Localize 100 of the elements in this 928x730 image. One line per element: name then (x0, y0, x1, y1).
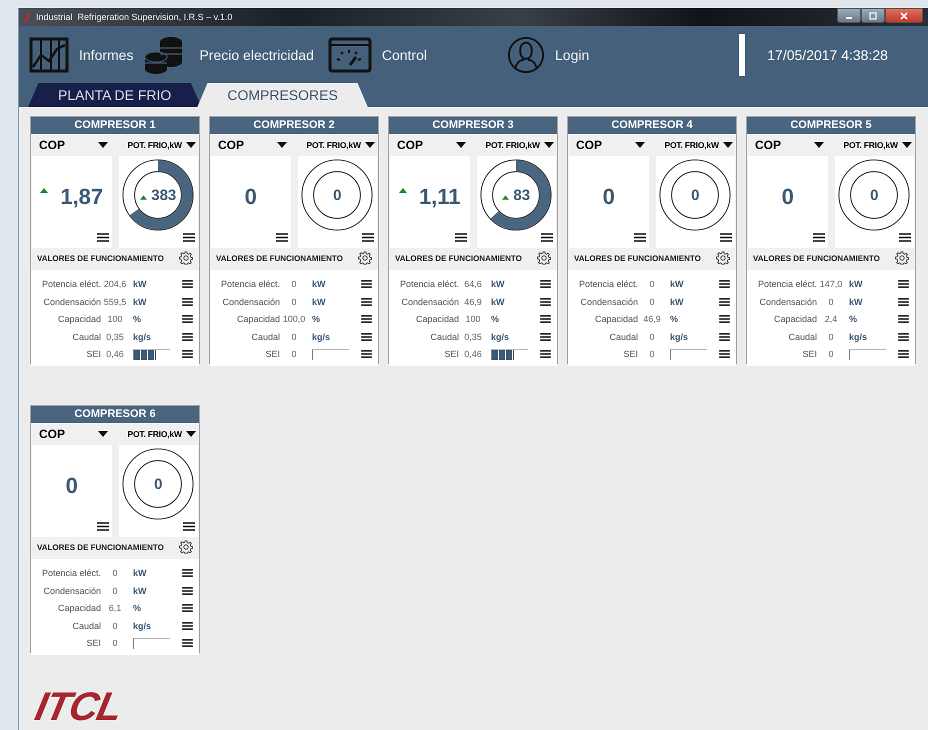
row-value: 0 (827, 332, 834, 342)
row-value: 0 (648, 279, 656, 289)
row-label: Potencia eléct. (578, 279, 638, 289)
menu-icon[interactable] (540, 350, 551, 358)
cop-value: 0 (66, 473, 78, 499)
menu-icon[interactable] (540, 332, 551, 340)
settings-icon[interactable] (716, 251, 730, 265)
menu-icon[interactable] (719, 298, 730, 306)
row-unit: % (132, 603, 142, 613)
menu-icon[interactable] (898, 280, 909, 288)
menu-icon[interactable] (361, 315, 372, 323)
tab[interactable]: COMPRESORES (197, 83, 368, 107)
menu-icon[interactable] (719, 315, 730, 323)
row-unit: kW (311, 296, 326, 306)
menu-icon[interactable] (540, 298, 551, 306)
login-link[interactable]: Login (555, 46, 590, 62)
menu-icon[interactable] (719, 350, 730, 358)
power-value: 0 (333, 186, 342, 204)
minimize-button[interactable] (837, 8, 861, 23)
settings-icon[interactable] (179, 251, 193, 265)
menu-icon[interactable] (276, 233, 288, 242)
menu-icon[interactable] (182, 569, 193, 577)
row-value: 0 (648, 296, 656, 306)
tab[interactable]: PLANTA DE FRIO (28, 83, 202, 107)
chart-icon[interactable] (29, 36, 69, 72)
menu-icon[interactable] (719, 332, 730, 340)
toolbar-label[interactable]: Control (382, 46, 427, 62)
close-button[interactable] (885, 8, 923, 23)
settings-icon[interactable] (358, 251, 372, 265)
menu-icon[interactable] (719, 280, 730, 288)
menu-icon[interactable] (899, 233, 911, 242)
settings-icon[interactable] (179, 540, 193, 554)
settings-icon[interactable] (895, 251, 909, 265)
menu-icon[interactable] (182, 315, 193, 323)
menu-icon[interactable] (182, 298, 193, 306)
menu-icon[interactable] (361, 280, 372, 288)
menu-icon[interactable] (182, 332, 193, 340)
row-unit: kg/s (848, 332, 868, 342)
menu-icon[interactable] (183, 522, 195, 531)
menu-icon[interactable] (898, 332, 909, 340)
menu-icon[interactable] (96, 233, 108, 242)
menu-icon[interactable] (898, 298, 909, 306)
caret-icon (456, 142, 466, 148)
row-label: Potencia eléct. (40, 568, 101, 578)
cop-value: 1,87 (60, 184, 104, 210)
menu-icon[interactable] (720, 233, 732, 242)
menu-icon[interactable] (541, 233, 553, 242)
menu-icon[interactable] (182, 350, 193, 358)
settings-icon[interactable] (537, 251, 551, 265)
menu-icon[interactable] (183, 233, 195, 242)
row-unit: kW (848, 279, 864, 289)
cop-value: 0 (782, 184, 794, 210)
menu-icon[interactable] (362, 233, 374, 242)
section-title: VALORES DE FUNCIONAMIENTO (37, 542, 164, 552)
menu-icon[interactable] (898, 350, 909, 358)
row-value: 0,46 (463, 349, 483, 359)
row-value: 0 (111, 568, 118, 578)
row-label: SEI (443, 349, 459, 359)
menu-icon[interactable] (812, 233, 824, 242)
user-icon[interactable] (507, 36, 545, 74)
maximize-button[interactable] (861, 8, 885, 23)
sei-bar (849, 348, 886, 360)
power-value: 0 (154, 476, 162, 492)
row-value: 46,9 (463, 296, 483, 306)
row-unit: kg/s (311, 332, 332, 342)
row-unit: kW (132, 586, 148, 596)
row-label: Capacidad (56, 314, 101, 324)
menu-icon[interactable] (182, 586, 193, 594)
menu-icon[interactable] (361, 350, 372, 358)
row-label: Caudal (787, 332, 817, 342)
menu-icon[interactable] (361, 298, 372, 306)
menu-icon[interactable] (540, 315, 551, 323)
row-unit: kW (669, 279, 684, 289)
row-value: 0 (290, 332, 298, 342)
gauge-icon[interactable] (328, 36, 372, 72)
row-value: 0 (111, 620, 118, 630)
sei-bar (491, 348, 528, 360)
caret-icon (186, 142, 196, 148)
caret-icon (98, 431, 108, 437)
row-value: 0 (290, 349, 298, 359)
row-value: 46,9 (642, 314, 662, 324)
menu-icon[interactable] (182, 604, 193, 612)
menu-icon[interactable] (634, 233, 646, 242)
menu-icon[interactable] (96, 522, 108, 531)
power-value: 383 (151, 186, 176, 204)
row-label: Caudal (71, 620, 101, 630)
row-value: 0,35 (463, 332, 483, 342)
caret-icon (365, 142, 375, 148)
menu-icon[interactable] (182, 639, 193, 647)
row-value: 0 (648, 332, 656, 342)
row-label: Caudal (608, 332, 638, 342)
menu-icon[interactable] (454, 233, 466, 242)
menu-icon[interactable] (898, 315, 909, 323)
menu-icon[interactable] (361, 332, 372, 340)
toolbar-label[interactable]: Informes (79, 46, 134, 62)
menu-icon[interactable] (182, 622, 193, 630)
toolbar-label[interactable]: Precio electricidad (199, 46, 314, 62)
menu-icon[interactable] (540, 280, 551, 288)
row-value: 100 (464, 314, 482, 324)
menu-icon[interactable] (182, 280, 193, 288)
